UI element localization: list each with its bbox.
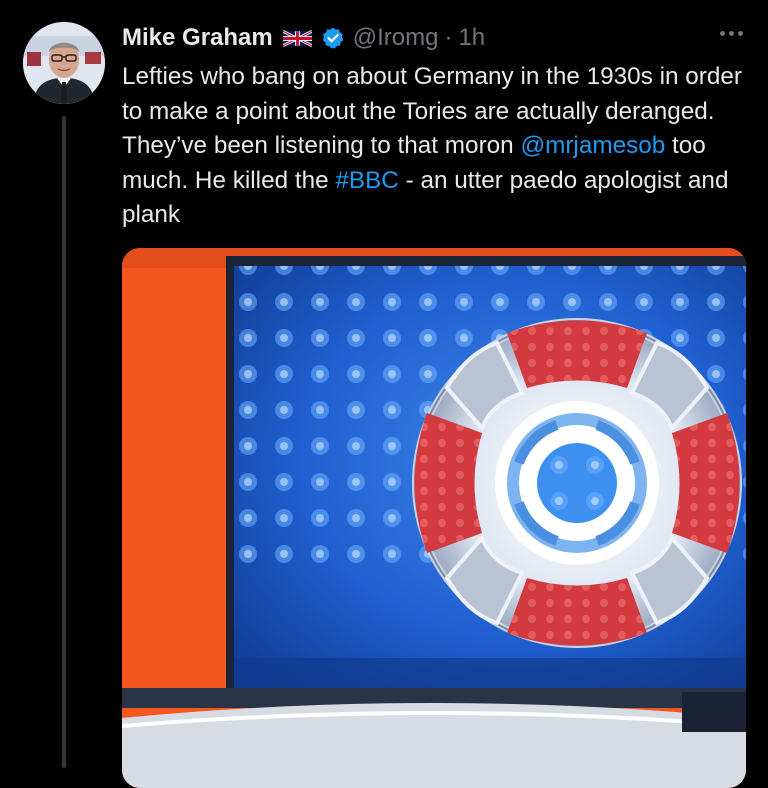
avatar[interactable] — [23, 22, 105, 104]
author-handle[interactable]: @Iromg — [353, 24, 439, 52]
tweet-text: Lefties who bang on about Germany in the… — [122, 60, 752, 233]
more-dot-icon — [728, 30, 734, 36]
separator-dot: · — [444, 24, 453, 51]
more-dot-icon — [737, 30, 743, 36]
verified-badge-icon[interactable] — [321, 26, 345, 50]
timestamp[interactable]: 1h — [458, 24, 485, 52]
more-dot-icon — [719, 30, 725, 36]
thread-line — [62, 116, 66, 768]
uk-flag-icon — [282, 29, 313, 48]
studio-screen-photo — [122, 248, 746, 788]
tweet-header: Mike Graham @Iromg · 1h — [122, 18, 748, 58]
mention-link[interactable]: @mrjamesob — [520, 132, 665, 159]
avatar-photo — [23, 22, 105, 104]
hashtag-link[interactable]: #BBC — [335, 167, 398, 194]
author-name[interactable]: Mike Graham — [122, 24, 273, 52]
tweet-media-image[interactable] — [122, 248, 746, 788]
more-options-button[interactable] — [712, 14, 750, 52]
